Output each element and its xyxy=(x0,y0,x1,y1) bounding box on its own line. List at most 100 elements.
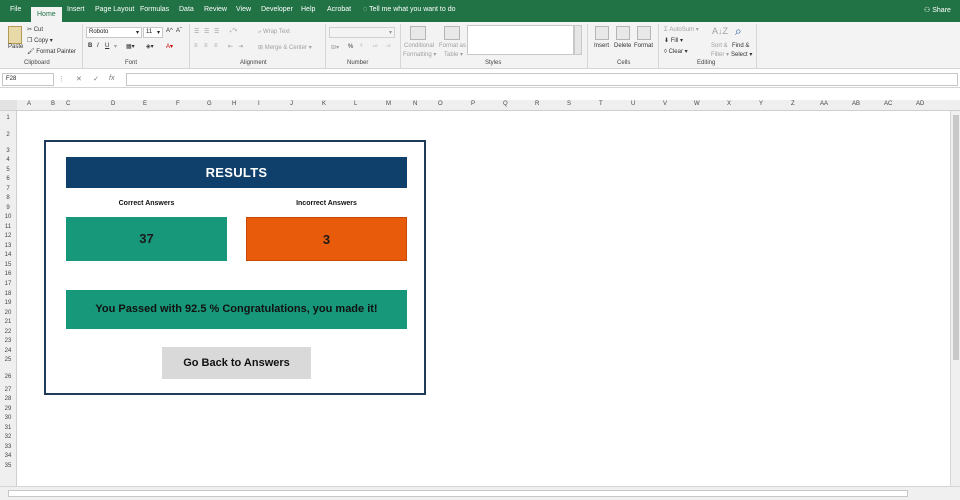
merge-center-button[interactable]: ⊞ Merge & Center ▾ xyxy=(258,44,312,51)
accounting-format-icon[interactable]: ₪▾ xyxy=(331,44,339,51)
enter-icon[interactable]: ✓ xyxy=(93,75,99,83)
horizontal-scrollbar[interactable] xyxy=(0,486,960,500)
column-header[interactable]: B xyxy=(51,101,55,107)
row-header[interactable]: 22 xyxy=(0,329,16,335)
row-header[interactable]: 33 xyxy=(0,444,16,450)
column-header[interactable]: AD xyxy=(916,101,924,107)
align-right-icon[interactable]: ≡ xyxy=(214,43,218,49)
cut-button[interactable]: ✂ Cut xyxy=(27,26,43,33)
column-header[interactable]: M xyxy=(386,101,391,107)
column-header[interactable]: X xyxy=(727,101,731,107)
column-header[interactable]: L xyxy=(354,101,357,107)
decrease-indent-icon[interactable]: ⇤ xyxy=(228,43,233,50)
delete-cells-icon[interactable] xyxy=(616,26,630,40)
autosum-button[interactable]: Σ AutoSum ▾ xyxy=(664,26,699,33)
fill-color-icon[interactable]: ◈▾ xyxy=(146,43,154,50)
tab-insert[interactable]: Insert xyxy=(67,6,85,13)
font-name-select[interactable]: Roboto ▾ xyxy=(86,27,142,38)
comma-style-icon[interactable]: ⁹ xyxy=(360,44,363,50)
row-header[interactable]: 21 xyxy=(0,319,16,325)
column-header[interactable]: R xyxy=(535,101,539,107)
row-header[interactable]: 34 xyxy=(0,453,16,459)
insert-cells-icon[interactable] xyxy=(595,26,609,40)
insert-cells-button[interactable]: Insert xyxy=(594,43,609,49)
row-header[interactable]: 29 xyxy=(0,406,16,412)
column-header[interactable]: C xyxy=(66,101,70,107)
shrink-font-button[interactable]: Aˇ xyxy=(176,28,182,34)
row-header[interactable]: 28 xyxy=(0,396,16,402)
format-painter-button[interactable]: 🖌 Format Painter xyxy=(27,48,76,55)
column-header[interactable]: N xyxy=(413,101,417,107)
gallery-scroll[interactable] xyxy=(574,25,582,55)
column-header[interactable]: AA xyxy=(820,101,828,107)
row-header[interactable]: 10 xyxy=(0,214,16,220)
align-top-icon[interactable]: ☰ xyxy=(194,28,199,35)
underline-button[interactable]: U xyxy=(105,43,109,49)
row-header[interactable]: 20 xyxy=(0,310,16,316)
row-header[interactable]: 4 xyxy=(0,157,16,163)
tab-formulas[interactable]: Formulas xyxy=(140,6,169,13)
decrease-decimal-icon[interactable]: ⁻⁰ xyxy=(385,44,391,51)
align-left-icon[interactable]: ≡ xyxy=(194,43,198,49)
row-header[interactable]: 24 xyxy=(0,348,16,354)
go-back-to-answers-button[interactable]: Go Back to Answers xyxy=(162,347,311,379)
column-header[interactable]: W xyxy=(694,101,700,107)
delete-cells-button[interactable]: Delete xyxy=(614,43,631,49)
column-header[interactable]: J xyxy=(290,101,293,107)
vertical-scroll-thumb[interactable] xyxy=(953,115,959,360)
column-header[interactable]: AB xyxy=(852,101,860,107)
row-header[interactable]: 26 xyxy=(0,374,16,380)
align-middle-icon[interactable]: ☰ xyxy=(204,28,209,35)
row-header[interactable]: 25 xyxy=(0,357,16,363)
underline-dropdown[interactable]: ▾ xyxy=(114,43,117,50)
row-header[interactable]: 9 xyxy=(0,205,16,211)
column-header[interactable]: I xyxy=(258,101,260,107)
select-all-corner[interactable] xyxy=(0,100,17,110)
formula-input[interactable] xyxy=(126,73,958,86)
cell-styles-gallery[interactable] xyxy=(467,25,574,55)
column-header[interactable]: U xyxy=(631,101,635,107)
column-header[interactable]: G xyxy=(207,101,212,107)
column-header[interactable]: Y xyxy=(759,101,763,107)
row-header[interactable]: 6 xyxy=(0,176,16,182)
column-header[interactable]: D xyxy=(111,101,115,107)
column-header[interactable]: V xyxy=(663,101,667,107)
row-header[interactable]: 5 xyxy=(0,167,16,173)
column-header[interactable]: K xyxy=(322,101,326,107)
format-as-table-button[interactable]: Format as xyxy=(439,43,466,49)
row-header[interactable]: 1 xyxy=(0,115,16,121)
percent-style-button[interactable]: % xyxy=(348,44,353,50)
search-icon[interactable]: ⌕ xyxy=(735,24,742,39)
row-header[interactable]: 27 xyxy=(0,387,16,393)
name-box[interactable]: F28 xyxy=(2,73,54,86)
row-header[interactable]: 30 xyxy=(0,415,16,421)
font-size-select[interactable]: 11 ▾ xyxy=(143,27,163,38)
row-header[interactable]: 11 xyxy=(0,224,16,230)
row-header[interactable]: 19 xyxy=(0,300,16,306)
tab-page-layout[interactable]: Page Layout xyxy=(95,6,134,13)
vertical-scrollbar[interactable] xyxy=(950,111,960,486)
column-header[interactable]: AC xyxy=(884,101,892,107)
share-button[interactable]: ⚇ Share xyxy=(924,6,951,14)
row-header[interactable]: 17 xyxy=(0,281,16,287)
row-header[interactable]: 31 xyxy=(0,425,16,431)
italic-button[interactable]: I xyxy=(97,43,99,49)
wrap-text-button[interactable]: ⤶ Wrap Text xyxy=(258,29,290,36)
row-header[interactable]: 2 xyxy=(0,132,16,138)
copy-button[interactable]: ❐ Copy ▾ xyxy=(27,37,53,44)
horizontal-scroll-thumb[interactable] xyxy=(8,490,908,497)
column-header[interactable]: O xyxy=(438,101,443,107)
column-header[interactable]: S xyxy=(567,101,571,107)
font-color-icon[interactable]: A▾ xyxy=(166,43,173,50)
format-cells-icon[interactable] xyxy=(637,26,651,40)
bold-button[interactable]: B xyxy=(88,43,92,49)
cancel-icon[interactable]: ✕ xyxy=(76,75,82,83)
row-header[interactable]: 7 xyxy=(0,186,16,192)
align-bottom-icon[interactable]: ☰ xyxy=(214,28,219,35)
row-header[interactable]: 15 xyxy=(0,262,16,268)
column-header[interactable]: F xyxy=(176,101,180,107)
column-header[interactable]: P xyxy=(471,101,475,107)
tab-file[interactable]: File xyxy=(10,6,21,13)
format-cells-button[interactable]: Format xyxy=(634,43,653,49)
row-header[interactable]: 23 xyxy=(0,338,16,344)
